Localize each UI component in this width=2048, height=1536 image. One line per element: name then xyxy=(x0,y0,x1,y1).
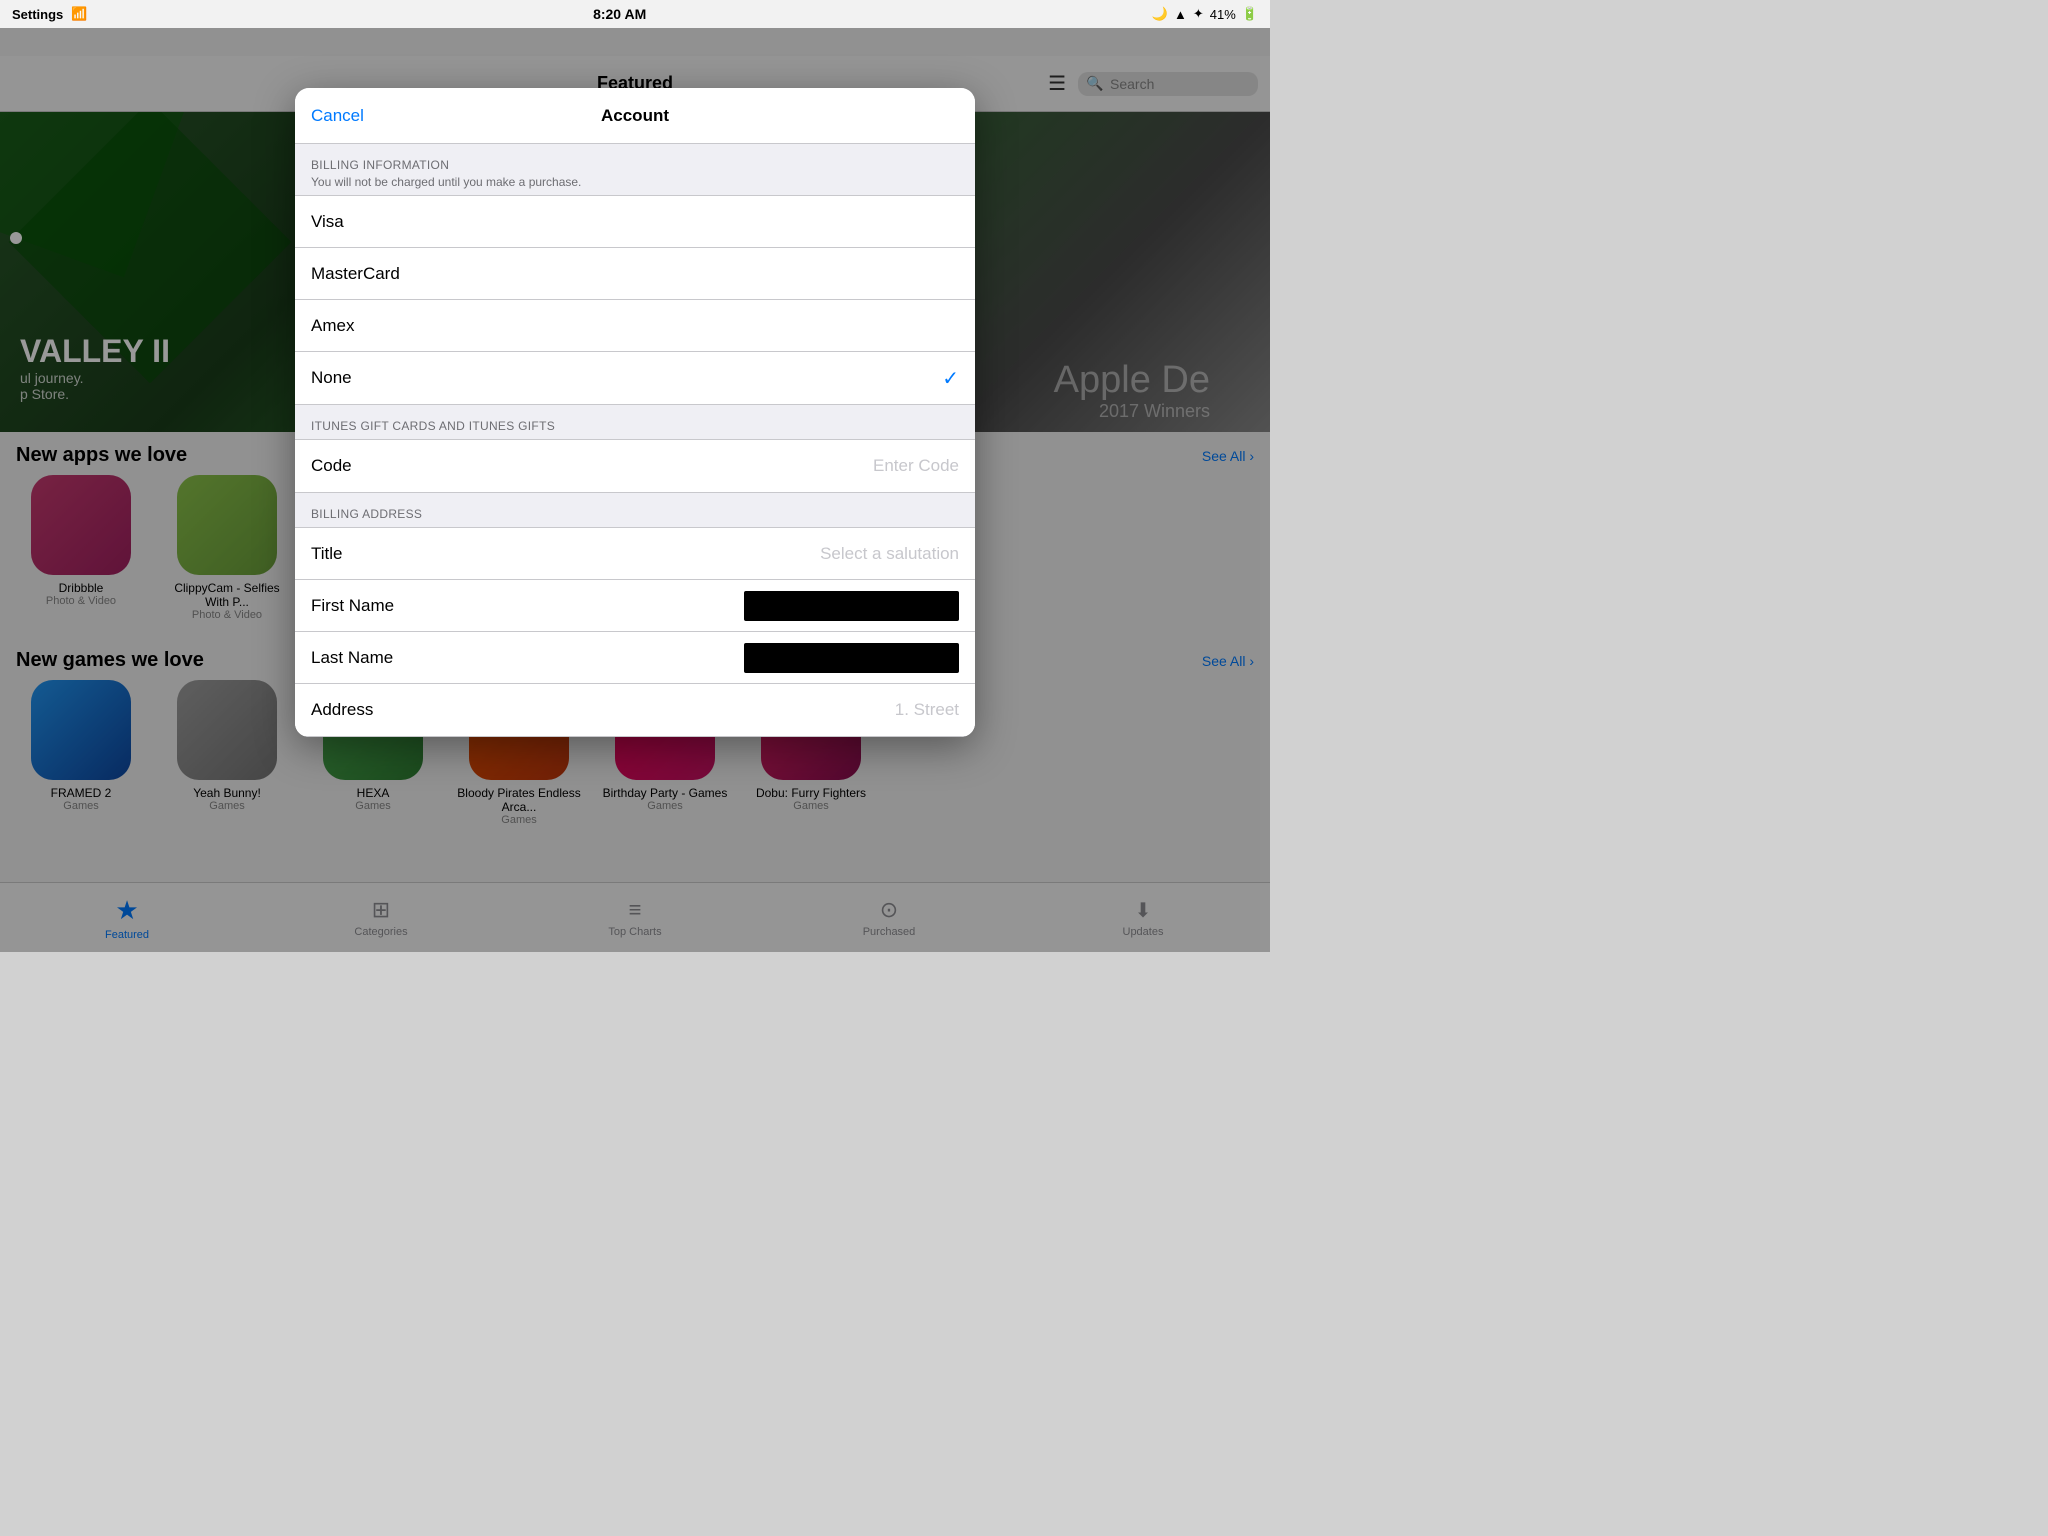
payment-option-visa[interactable]: Visa xyxy=(295,196,975,248)
code-row[interactable]: Code Enter Code xyxy=(295,440,975,492)
first-name-label: First Name xyxy=(311,596,744,616)
account-modal: Cancel Account BILLING INFORMATION You w… xyxy=(295,88,975,737)
modal-header: Cancel Account xyxy=(295,88,975,144)
title-row[interactable]: Title Select a salutation xyxy=(295,528,975,580)
code-group: Code Enter Code xyxy=(295,439,975,493)
billing-info-section: BILLING INFORMATION You will not be char… xyxy=(295,144,975,195)
bluetooth-icon: ✦ xyxy=(1193,6,1204,22)
mastercard-label: MasterCard xyxy=(311,264,959,284)
last-name-label: Last Name xyxy=(311,648,744,668)
last-name-row[interactable]: Last Name xyxy=(295,632,975,684)
address-placeholder: 1. Street xyxy=(895,700,959,720)
address-label: Address xyxy=(311,700,895,720)
status-bar-right: 🌙 ▲ ✦ 41% 🔋 xyxy=(1152,6,1258,22)
checkmark-icon: ✓ xyxy=(942,366,959,391)
payment-options-group: Visa MasterCard Amex None ✓ xyxy=(295,195,975,405)
address-group: Title Select a salutation First Name Las… xyxy=(295,527,975,737)
battery-icon: 🔋 xyxy=(1242,6,1258,22)
none-label: None xyxy=(311,368,942,388)
amex-label: Amex xyxy=(311,316,959,336)
address-row[interactable]: Address 1. Street xyxy=(295,684,975,736)
first-name-redacted xyxy=(744,591,959,621)
billing-info-label: BILLING INFORMATION xyxy=(311,158,959,172)
last-name-redacted xyxy=(744,643,959,673)
status-bar-left: Settings 📶 xyxy=(12,6,87,22)
wifi-icon: 📶 xyxy=(71,6,87,22)
billing-address-section: BILLING ADDRESS xyxy=(295,493,975,527)
code-placeholder: Enter Code xyxy=(873,456,959,476)
moon-icon: 🌙 xyxy=(1152,6,1168,22)
first-name-row[interactable]: First Name xyxy=(295,580,975,632)
status-bar: Settings 📶 8:20 AM 🌙 ▲ ✦ 41% 🔋 xyxy=(0,0,1270,28)
billing-address-label: BILLING ADDRESS xyxy=(311,507,959,521)
settings-label: Settings xyxy=(12,7,63,22)
itunes-section: ITUNES GIFT CARDS AND ITUNES GIFTS xyxy=(295,405,975,439)
location-icon: ▲ xyxy=(1174,7,1187,22)
cancel-button[interactable]: Cancel xyxy=(311,106,364,126)
title-placeholder: Select a salutation xyxy=(820,544,959,564)
itunes-section-label: ITUNES GIFT CARDS AND ITUNES GIFTS xyxy=(311,419,959,433)
code-label: Code xyxy=(311,456,873,476)
payment-option-none[interactable]: None ✓ xyxy=(295,352,975,404)
billing-info-sublabel: You will not be charged until you make a… xyxy=(311,175,959,189)
visa-label: Visa xyxy=(311,212,959,232)
payment-option-mastercard[interactable]: MasterCard xyxy=(295,248,975,300)
battery-label: 41% xyxy=(1210,7,1236,22)
modal-title: Account xyxy=(601,106,669,126)
time-display: 8:20 AM xyxy=(593,6,646,22)
payment-option-amex[interactable]: Amex xyxy=(295,300,975,352)
title-field-label: Title xyxy=(311,544,820,564)
